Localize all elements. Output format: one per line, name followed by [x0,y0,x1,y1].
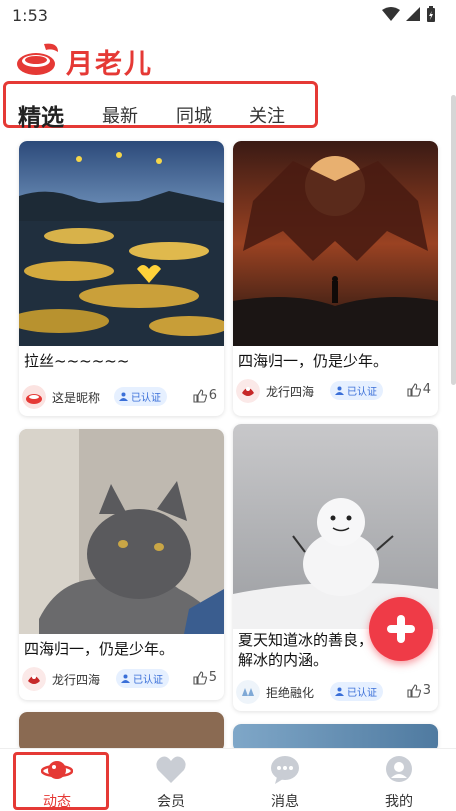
thumbs-up-icon [407,683,421,698]
thumbs-up-icon [193,388,207,403]
like-count: 5 [208,670,217,685]
verified-badge: 已认证 [330,381,383,400]
scrollbar[interactable] [451,95,456,385]
like-button[interactable]: 3 [407,683,431,698]
feed-card[interactable]: 拉丝~~~~~~ 这是昵称 已认证 6 [19,141,224,416]
app-header: 月老儿 [0,36,456,82]
signal-icon [406,7,420,21]
dragon-silhouette-photo [233,141,438,346]
card-title: 四海归一，仍是少年。 [24,640,175,658]
nav-label: 消息 [271,794,299,810]
avatar [236,680,260,704]
feed-card[interactable]: 夏天知道冰的善良，冬天理解冰的内涵。 拒绝融化 已认证 3 [233,424,438,711]
plus-icon [387,615,415,643]
author-name: 龙行四海 [266,385,315,399]
battery-icon [427,6,435,22]
tab-featured[interactable]: 精选 [18,98,64,132]
nav-item-membership[interactable]: 会员 [114,749,228,811]
card-title: 拉丝~~~~~~ [24,352,130,370]
nav-item-messages[interactable]: 消息 [228,749,342,811]
like-button[interactable]: 5 [193,670,217,685]
like-count: 4 [422,382,431,397]
avatar [22,667,46,691]
user-icon [335,386,344,395]
grey-cat-photo [19,429,224,634]
feed-card[interactable] [19,712,224,752]
lake-with-flowers-photo [19,141,224,346]
status-time: 1:53 [12,6,48,25]
verified-badge: 已认证 [330,682,383,701]
thumbs-up-icon [193,670,207,685]
card-title: 四海归一，仍是少年。 [238,352,389,370]
avatar [22,385,46,409]
like-count: 6 [208,388,217,403]
profile-icon [386,756,412,782]
status-icons [382,6,436,22]
card-meta: 龙行四海 已认证 5 [22,666,221,692]
card-meta: 拒绝融化 已认证 3 [236,679,435,705]
tab-bar: 精选 最新 同城 关注 [3,81,318,131]
nav-label: 我的 [385,794,413,810]
create-post-button[interactable] [369,597,433,661]
tab-following[interactable]: 关注 [249,102,285,128]
card-image [19,712,224,752]
status-bar: 1:53 [0,0,456,30]
like-count: 3 [422,683,431,698]
user-icon [335,687,344,696]
nav-label: 会员 [157,794,185,810]
like-button[interactable]: 4 [407,382,431,397]
tab-latest[interactable]: 最新 [102,102,138,128]
avatar [236,379,260,403]
chat-bubble-icon [271,756,299,784]
author-name: 龙行四海 [52,673,101,687]
verified-badge: 已认证 [116,669,169,688]
badge-label: 已认证 [131,393,161,404]
nav-item-profile[interactable]: 我的 [342,749,456,811]
card-meta: 龙行四海 已认证 4 [236,378,435,404]
app-name: 月老儿 [66,49,153,80]
thumbs-up-icon [407,382,421,397]
author-name: 拒绝融化 [266,686,315,700]
logo-icon [17,43,58,75]
tab-same-city[interactable]: 同城 [176,102,212,128]
badge-label: 已认证 [347,688,377,699]
badge-label: 已认证 [133,675,163,686]
feed-card[interactable]: 四海归一，仍是少年。 龙行四海 已认证 4 [233,141,438,416]
badge-label: 已认证 [347,387,377,398]
author-name: 这是昵称 [52,391,101,405]
user-icon [121,674,130,683]
like-button[interactable]: 6 [193,388,217,403]
heart-icon [156,756,186,783]
feed-card[interactable]: 四海归一，仍是少年。 龙行四海 已认证 5 [19,429,224,700]
verified-badge: 已认证 [114,387,167,406]
user-icon [119,392,128,401]
active-nav-highlight [13,752,109,810]
wifi-icon [382,7,400,21]
card-meta: 这是昵称 已认证 6 [22,384,221,410]
